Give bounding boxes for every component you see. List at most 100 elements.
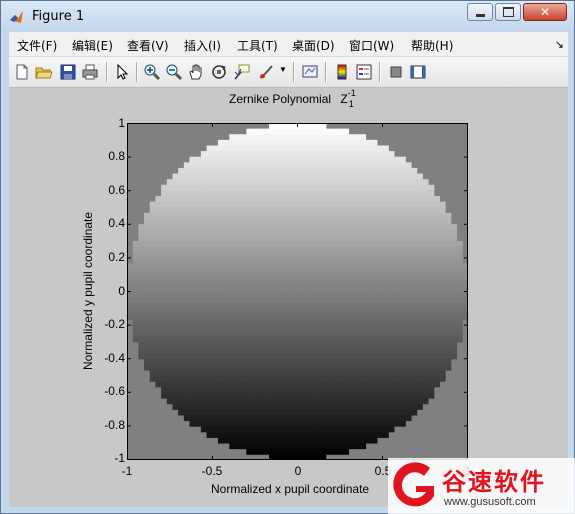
heatmap-cell bbox=[257, 128, 264, 135]
heatmap-cell bbox=[331, 128, 338, 135]
heatmap-cell bbox=[314, 134, 321, 141]
legend-icon[interactable] bbox=[355, 63, 373, 81]
colorbar-icon[interactable] bbox=[333, 63, 351, 81]
heatmap-cell bbox=[229, 224, 236, 231]
heatmap-cell bbox=[303, 325, 310, 332]
heatmap-cell bbox=[257, 403, 264, 410]
heatmap-cell bbox=[382, 257, 389, 264]
brush-icon[interactable] bbox=[257, 63, 275, 81]
hide-plot-tools-icon[interactable] bbox=[387, 63, 405, 81]
heatmap-cell bbox=[405, 308, 412, 315]
heatmap-cell bbox=[320, 448, 327, 455]
heatmap-cell bbox=[342, 437, 350, 444]
heatmap-cell bbox=[348, 392, 355, 399]
data-cursor-icon[interactable] bbox=[233, 63, 251, 81]
heatmap-cell bbox=[274, 437, 281, 444]
heatmap-cell bbox=[348, 364, 355, 371]
select-arrow-icon[interactable] bbox=[113, 63, 131, 81]
heatmap-cell bbox=[348, 280, 355, 287]
heatmap-cell bbox=[303, 173, 310, 180]
heatmap-cell bbox=[439, 347, 446, 354]
heatmap-cell bbox=[314, 302, 321, 309]
heatmap-cell bbox=[200, 291, 207, 298]
save-icon[interactable] bbox=[59, 63, 77, 81]
heatmap-cell bbox=[132, 269, 139, 276]
heatmap-cell bbox=[399, 336, 406, 343]
heatmap-cell bbox=[394, 415, 401, 422]
link-plot-icon[interactable] bbox=[301, 63, 319, 81]
heatmap-cell bbox=[337, 364, 344, 371]
heatmap-cell bbox=[280, 291, 287, 298]
heatmap-cell bbox=[286, 420, 293, 427]
heatmap-cell bbox=[291, 134, 298, 141]
heatmap-cell bbox=[325, 173, 332, 180]
zoom-in-icon[interactable] bbox=[143, 63, 161, 81]
menu-desktop[interactable]: 桌面(D) bbox=[292, 37, 335, 54]
heatmap-cell bbox=[331, 426, 338, 433]
dock-arrow-icon[interactable]: ↘ bbox=[555, 38, 564, 51]
heatmap-cell bbox=[377, 229, 384, 236]
heatmap-cell bbox=[388, 167, 395, 174]
heatmap-cell bbox=[422, 336, 429, 343]
x-axis-label: Normalized x pupil coordinate bbox=[211, 482, 370, 496]
heatmap-cell bbox=[371, 240, 378, 247]
new-figure-icon[interactable] bbox=[13, 63, 31, 81]
heatmap-cell bbox=[178, 403, 185, 410]
dropdown-arrow-icon[interactable]: ▼ bbox=[279, 65, 287, 83]
plot-axes[interactable] bbox=[127, 123, 468, 460]
heatmap-cell bbox=[212, 173, 219, 180]
heatmap-cell bbox=[303, 370, 310, 377]
heatmap-cell bbox=[331, 297, 338, 304]
heatmap-cell bbox=[394, 235, 401, 242]
menu-tools[interactable]: 工具(T) bbox=[237, 37, 278, 54]
heatmap-cell bbox=[360, 207, 367, 214]
heatmap-cell bbox=[138, 353, 145, 360]
rotate-3d-icon[interactable] bbox=[210, 63, 228, 81]
heatmap-cell bbox=[308, 179, 315, 186]
x-tick-label: 0 bbox=[294, 464, 302, 478]
heatmap-cell bbox=[183, 342, 190, 349]
menu-window[interactable]: 窗口(W) bbox=[349, 37, 394, 54]
heatmap-plot[interactable] bbox=[127, 123, 468, 460]
heatmap-cell bbox=[223, 437, 230, 444]
heatmap-cell bbox=[263, 409, 270, 416]
menu-edit[interactable]: 编辑(E) bbox=[72, 37, 113, 54]
heatmap-cell bbox=[360, 224, 367, 231]
heatmap-cell bbox=[257, 437, 264, 444]
heatmap-cell bbox=[297, 358, 304, 365]
heatmap-cell bbox=[144, 336, 151, 343]
title-bar[interactable]: Figure 1 ✕ bbox=[1, 1, 574, 32]
maximize-button[interactable] bbox=[495, 3, 521, 21]
menu-file[interactable]: 文件(F) bbox=[17, 37, 57, 54]
heatmap-cell bbox=[331, 269, 338, 276]
print-icon[interactable] bbox=[81, 63, 99, 81]
heatmap-cell bbox=[394, 274, 401, 281]
heatmap-cell bbox=[394, 257, 401, 264]
heatmap-cell bbox=[269, 190, 276, 197]
open-file-icon[interactable] bbox=[35, 63, 53, 81]
heatmap-cell bbox=[166, 179, 173, 186]
menu-insert[interactable]: 插入(I) bbox=[184, 37, 221, 54]
heatmap-cell bbox=[149, 285, 156, 292]
heatmap-cell bbox=[342, 364, 350, 371]
zoom-out-icon[interactable] bbox=[165, 63, 183, 81]
heatmap-cell bbox=[269, 252, 276, 259]
close-button[interactable]: ✕ bbox=[523, 3, 567, 21]
heatmap-cell bbox=[416, 358, 423, 365]
heatmap-cell bbox=[348, 257, 355, 264]
heatmap-cell bbox=[155, 353, 162, 360]
heatmap-cell bbox=[234, 285, 242, 292]
show-plot-tools-icon[interactable] bbox=[409, 63, 427, 81]
heatmap-cell bbox=[371, 409, 378, 416]
heatmap-cell bbox=[371, 398, 378, 405]
pan-hand-icon[interactable] bbox=[187, 63, 205, 81]
heatmap-cell bbox=[144, 229, 151, 236]
minimize-button[interactable] bbox=[467, 3, 493, 21]
menu-view[interactable]: 查看(V) bbox=[127, 37, 169, 54]
heatmap-cell bbox=[280, 336, 287, 343]
heatmap-cell bbox=[291, 139, 298, 146]
heatmap-cell bbox=[297, 201, 304, 208]
heatmap-cell bbox=[257, 167, 264, 174]
heatmap-cell bbox=[399, 196, 406, 203]
menu-help[interactable]: 帮助(H) bbox=[411, 37, 453, 54]
